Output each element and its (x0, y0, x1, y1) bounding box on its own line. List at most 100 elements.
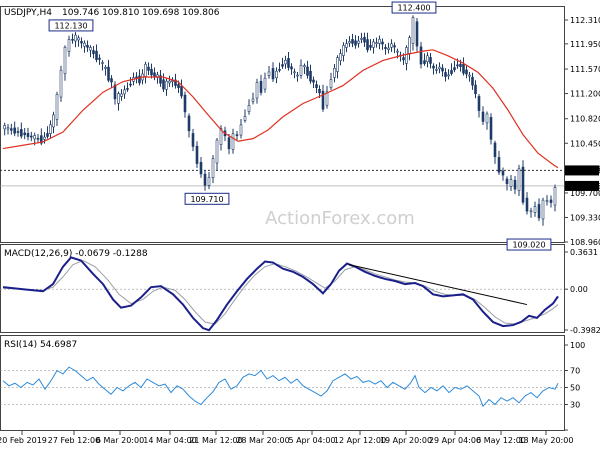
candle-body (36, 137, 40, 140)
price-ytick-label-8: 109.330 (570, 213, 600, 222)
candle-body (462, 63, 465, 74)
candle-body (63, 46, 67, 74)
price-header-symbol: USDJPY,H4 (4, 8, 52, 18)
candle-body (363, 36, 366, 43)
price-ytick-label-2: 111.570 (570, 65, 600, 74)
candle-body (77, 37, 80, 41)
xtick-label-1: 27 Feb 12:00 (48, 436, 100, 445)
candle-body (26, 133, 30, 137)
candle-body (120, 93, 123, 97)
xtick-label-7: 12 Apr 12:00 (334, 436, 386, 445)
candle-body (71, 38, 74, 41)
price-ytick-label-9: 108.960 (570, 238, 600, 247)
candle-body (147, 66, 150, 71)
candle-body (354, 40, 357, 46)
candle-body (525, 197, 529, 212)
macd-line (2, 256, 559, 332)
candle-body (30, 135, 33, 138)
candle-body (384, 47, 387, 49)
price-marker-0: 110.040 (568, 166, 600, 175)
candle-body (529, 210, 533, 213)
price-annotation-0: 112.130 (54, 21, 87, 30)
candle-body (396, 50, 399, 53)
candle-body (493, 142, 497, 158)
candle-body (74, 34, 77, 42)
candle-body (211, 158, 215, 178)
xtick-label-11: 13 May 20:00 (519, 436, 574, 445)
candle-body (13, 127, 16, 134)
candle-body (247, 105, 251, 112)
candle-body (215, 139, 219, 164)
candle-body (187, 115, 191, 132)
candle-body (375, 42, 378, 44)
candle-body (23, 132, 26, 136)
candle-body (110, 78, 113, 83)
candle-body (207, 177, 211, 186)
candle-body (43, 136, 46, 140)
candle-body (312, 79, 315, 83)
candle-body (183, 94, 187, 113)
candle-body (117, 93, 120, 104)
candle-body (129, 83, 132, 86)
xtick-label-0: 20 Feb 2019 (0, 436, 47, 445)
xtick-label-2: 6 Mar 20:00 (96, 436, 144, 445)
candle-body (339, 53, 342, 61)
candle-body (49, 124, 52, 134)
candle-body (521, 166, 525, 203)
candle-body (259, 81, 263, 93)
candle-body (287, 58, 290, 68)
candle-body (429, 57, 432, 64)
macd-header: MACD(12,26,9) -0.0679 -0.1288 (4, 249, 148, 259)
candle-body (101, 62, 104, 64)
candle-body (150, 68, 153, 76)
candle-body (59, 69, 63, 98)
rsi-line (2, 366, 559, 408)
candle-body (447, 74, 450, 77)
candle-body (239, 124, 243, 136)
candle-body (20, 129, 23, 137)
xtick-label-5: 28 Mar 20:00 (236, 436, 289, 445)
candle-body (67, 39, 71, 52)
candle-body (366, 39, 369, 51)
candle-body (95, 50, 98, 61)
candle-body (293, 71, 296, 74)
candle-body (459, 63, 462, 67)
candle-body (10, 128, 13, 131)
candle-body (360, 38, 363, 40)
candle-body (6, 127, 10, 130)
watermark: ActionForex.com (265, 208, 415, 229)
candle-body (104, 66, 107, 69)
rsi-header: RSI(14) 54.6987 (4, 340, 77, 350)
candle-body (46, 133, 49, 137)
candle-body (333, 67, 336, 78)
candle-body (255, 82, 259, 99)
candle-body (98, 57, 101, 60)
xtick-label-9: 29 Apr 04:00 (429, 436, 481, 445)
candle-body (92, 50, 95, 55)
price-ytick-label-4: 110.820 (570, 115, 600, 124)
candle-body (315, 84, 318, 88)
candle-body (450, 70, 453, 74)
candle-body (405, 47, 408, 64)
candle-body (369, 44, 372, 48)
candle-body (303, 65, 306, 68)
xtick-label-4: 21 Mar 12:00 (189, 436, 242, 445)
candle-body (423, 60, 426, 64)
candle-body (153, 72, 156, 77)
candle-body (80, 41, 83, 44)
candle-body (432, 65, 435, 69)
rsi-panel-frame (0, 335, 565, 431)
moving-average-line (2, 49, 559, 169)
candle-body (342, 45, 345, 56)
candle-body (278, 69, 281, 71)
candle-body (533, 206, 537, 213)
candle-body (501, 170, 505, 176)
price-ytick-label-5: 110.450 (570, 139, 600, 148)
candle-body (465, 69, 468, 75)
candle-body (372, 41, 375, 48)
candle-body (357, 40, 360, 44)
candle-body (408, 37, 411, 54)
candle-body (144, 63, 147, 77)
candle-body (162, 79, 165, 90)
candle-body (227, 137, 231, 150)
